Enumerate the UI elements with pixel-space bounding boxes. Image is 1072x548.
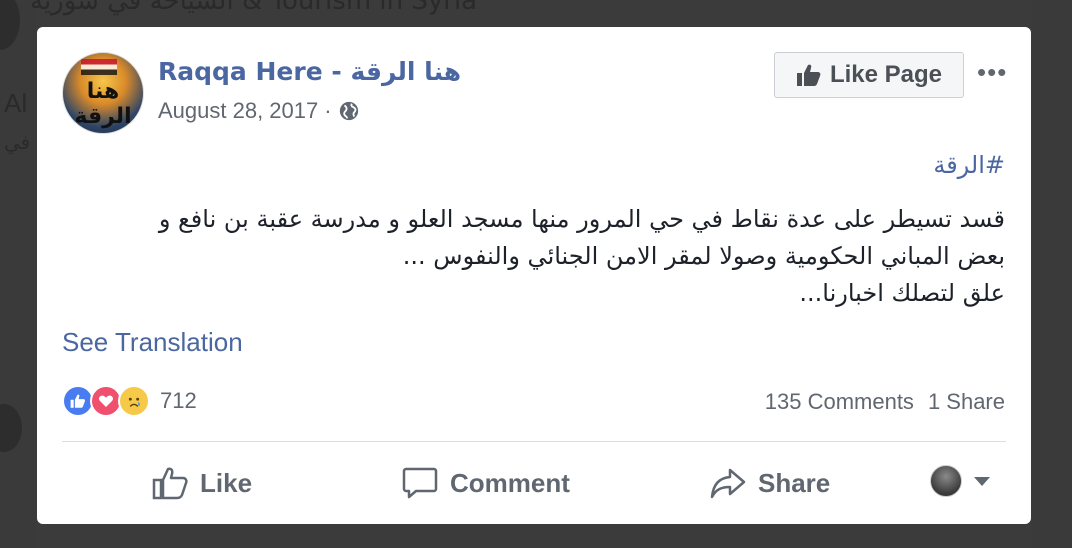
thumbs-up-icon — [796, 64, 821, 86]
action-bar: Like Comment Share — [62, 457, 1006, 509]
post-line: بعض المباني الحكومية وصولا لمقر الامن ال… — [402, 242, 1005, 270]
globe-icon — [339, 101, 358, 121]
background-side-text: Al — [4, 88, 28, 118]
avatar-logo-text: هنا الرقة — [74, 79, 132, 129]
see-translation-link[interactable]: See Translation — [62, 327, 243, 358]
page-name-link[interactable]: Raqqa Here - هنا الرقة — [158, 57, 461, 86]
comment-label: Comment — [450, 467, 570, 498]
hashtag-link[interactable]: #الرقة — [933, 151, 1005, 179]
post-line: علق لتصلك اخبارنا... — [799, 279, 1005, 307]
comments-count-link[interactable]: 135 Comments — [765, 389, 914, 415]
post-line: قسد تسيطر على عدة نقاط في حي المرور منها… — [158, 205, 1005, 233]
background-right-strip — [1032, 0, 1072, 548]
like-page-label: Like Page — [829, 61, 943, 88]
sad-reaction-icon — [118, 385, 150, 417]
meta-separator: · — [324, 98, 332, 123]
chevron-down-icon — [974, 476, 990, 486]
action-bar-divider — [62, 441, 1006, 442]
post-card: هنا الرقة Raqqa Here - هنا الرقة August … — [37, 27, 1031, 524]
post-date[interactable]: August 28, 2017 — [158, 98, 318, 124]
viewer-avatar — [930, 465, 962, 497]
comment-bubble-icon — [402, 467, 438, 499]
background-left-strip — [0, 0, 36, 548]
share-button[interactable]: Share — [710, 466, 830, 500]
like-label: Like — [200, 467, 253, 498]
flag-icon — [81, 59, 117, 75]
more-options-button[interactable]: ••• — [977, 57, 1007, 88]
like-page-button[interactable]: Like Page — [774, 52, 964, 98]
post-as-selector[interactable] — [930, 465, 990, 497]
share-label: Share — [758, 467, 831, 498]
share-arrow-icon — [710, 468, 746, 499]
engagement-stats: 135 Comments 1 Share — [765, 389, 1005, 415]
comment-button[interactable]: Comment — [402, 466, 570, 500]
thumbs-up-outline-icon — [152, 467, 188, 500]
background-post-title: السياحة في سورية & Tourism in Syria — [30, 0, 478, 16]
page-avatar[interactable]: هنا الرقة — [62, 52, 144, 134]
shares-count-link[interactable]: 1 Share — [928, 389, 1005, 415]
reaction-count: 712 — [160, 388, 197, 413]
background-side-text-2: في — [4, 130, 31, 154]
like-button[interactable]: Like — [152, 466, 252, 500]
post-meta: August 28, 2017 · — [158, 98, 360, 124]
post-text: قسد تسيطر على عدة نقاط في حي المرور منها… — [55, 201, 1005, 312]
reactions-summary[interactable]: 712 — [62, 385, 197, 417]
